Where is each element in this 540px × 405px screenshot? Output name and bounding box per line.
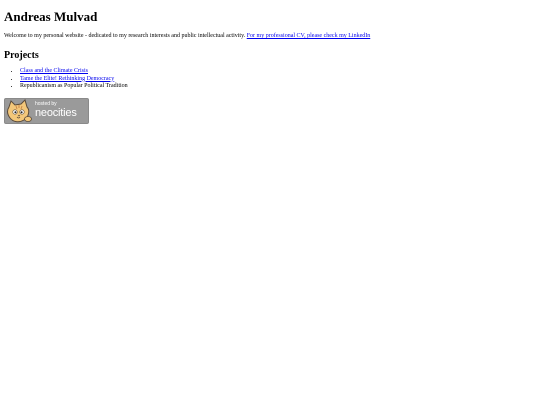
- page-title: Andreas Mulvad: [4, 9, 98, 24]
- linkedin-link[interactable]: For my professional CV, please check my …: [247, 33, 371, 39]
- project-link-climate[interactable]: Class and the Climate Crisis: [20, 68, 88, 74]
- badge-text: hosted by neocities: [35, 101, 77, 119]
- hosted-by-neocities-badge[interactable]: hosted by neocities: [4, 98, 89, 124]
- neocities-cat-icon: [7, 99, 32, 123]
- badge-brand-label: neocities: [35, 107, 77, 119]
- projects-list: Class and the Climate Crisis Tame the El…: [4, 68, 128, 91]
- list-item: Tame the Elite! Rethinking Democracy: [20, 76, 128, 84]
- project-link-tame-elite[interactable]: Tame the Elite! Rethinking Democracy: [20, 76, 114, 82]
- list-item: Republicanism as Popular Political Tradi…: [20, 83, 128, 91]
- projects-heading: Projects: [4, 50, 39, 61]
- project-text-republicanism: Republicanism as Popular Political Tradi…: [20, 83, 128, 89]
- intro-paragraph: Welcome to my personal website - dedicat…: [4, 32, 370, 40]
- list-item: Class and the Climate Crisis: [20, 68, 128, 76]
- intro-text: Welcome to my personal website - dedicat…: [4, 33, 247, 39]
